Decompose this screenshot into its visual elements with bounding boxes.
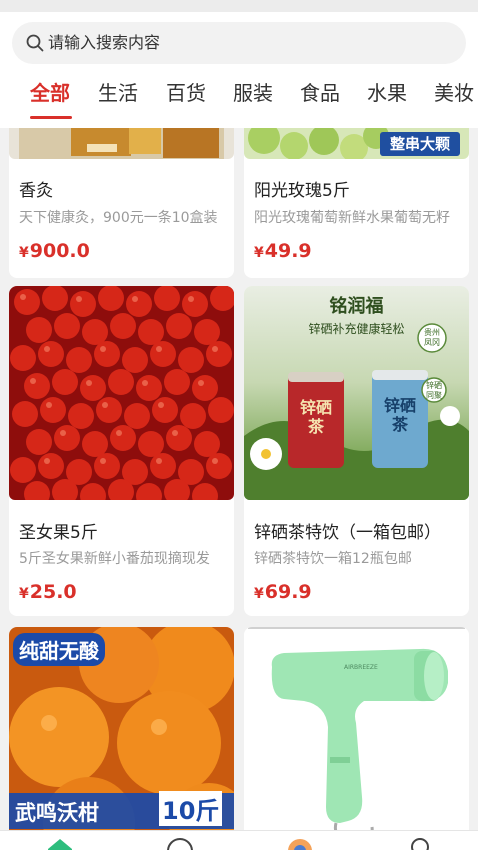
product-price: ¥25.0 [19,581,77,603]
can-label: 锌硒茶 [384,396,417,434]
header: 请输入搜索内容 全部 生活 百货 服装 食品 水果 美妆 [0,12,478,128]
active-tab-indicator [30,116,72,119]
product-title: 香灸 [19,181,53,201]
product-price: ¥900.0 [19,240,90,262]
product-card[interactable]: AIRBREEZE [244,627,469,830]
tab-beauty[interactable]: 美妆 [434,78,474,108]
home-icon[interactable] [46,837,74,850]
product-title: 锌硒茶特饮（一箱包邮） [254,523,441,543]
status-bar [0,0,478,12]
product-title: 阳光玫瑰5斤 [254,181,350,201]
product-image: 铭润福 锌硒补充健康轻松 锌硒茶 锌硒茶 贵州凤冈 锌硒同聚 [244,286,469,500]
product-price: ¥49.9 [254,240,312,262]
category-icon[interactable] [286,837,314,850]
product-image: AIRBREEZE [244,627,469,830]
search-placeholder: 请输入搜索内容 [48,33,161,52]
product-badge: 整串大颗 [380,132,460,156]
product-title: 圣女果5斤 [19,523,98,543]
tab-goods[interactable]: 百货 [166,78,206,108]
image-tag: 锌硒同聚 [426,381,442,400]
message-icon[interactable] [166,837,194,850]
tab-life[interactable]: 生活 [98,78,138,108]
product-image [9,128,234,159]
search-icon [26,34,44,52]
product-description: 阳光玫瑰葡萄新鲜水果葡萄无籽 [254,210,450,226]
tab-food[interactable]: 食品 [300,78,340,108]
product-card[interactable]: 整串大颗 阳光玫瑰5斤 阳光玫瑰葡萄新鲜水果葡萄无籽 ¥49.9 [244,128,469,278]
product-card[interactable]: 纯甜无酸 武鸣沃柑 10斤 [9,627,234,830]
image-brand-text: 铭润福 [329,296,384,317]
image-weight-text: 10斤 [159,791,223,826]
product-description: 锌硒茶特饮一箱12瓶包邮 [254,551,412,567]
svg-text:AIRBREEZE: AIRBREEZE [344,664,378,671]
product-image: 纯甜无酸 武鸣沃柑 10斤 [9,627,234,830]
product-price: ¥69.9 [254,581,312,603]
tab-fruit[interactable]: 水果 [367,78,407,108]
product-description: 5斤圣女果新鲜小番茄现摘现发 [19,551,210,567]
bottom-navigation [0,830,478,850]
product-card[interactable]: 圣女果5斤 5斤圣女果新鲜小番茄现摘现发 ¥25.0 [9,286,234,616]
product-image [9,286,234,500]
product-feed: 香灸 天下健康灸，900元一条10盒装 ¥900.0 整串大颗 阳光玫瑰5斤 阳… [0,128,478,830]
can-label: 锌硒茶 [300,398,333,436]
category-tabs: 全部 生活 百货 服装 食品 水果 美妆 [0,72,478,122]
tab-clothing[interactable]: 服装 [233,78,273,108]
image-tag: 贵州凤冈 [424,328,440,347]
search-input[interactable]: 请输入搜索内容 [12,22,466,64]
tab-all[interactable]: 全部 [30,78,70,108]
product-card[interactable]: 香灸 天下健康灸，900元一条10盒装 ¥900.0 [9,128,234,278]
image-promo-text: 纯甜无酸 [13,633,105,666]
product-description: 天下健康灸，900元一条10盒装 [19,210,218,226]
product-card[interactable]: 铭润福 锌硒补充健康轻松 锌硒茶 锌硒茶 贵州凤冈 锌硒同聚 锌硒茶特饮（一箱包… [244,286,469,616]
image-product-name: 武鸣沃柑 [15,801,99,825]
profile-icon[interactable] [406,837,434,850]
